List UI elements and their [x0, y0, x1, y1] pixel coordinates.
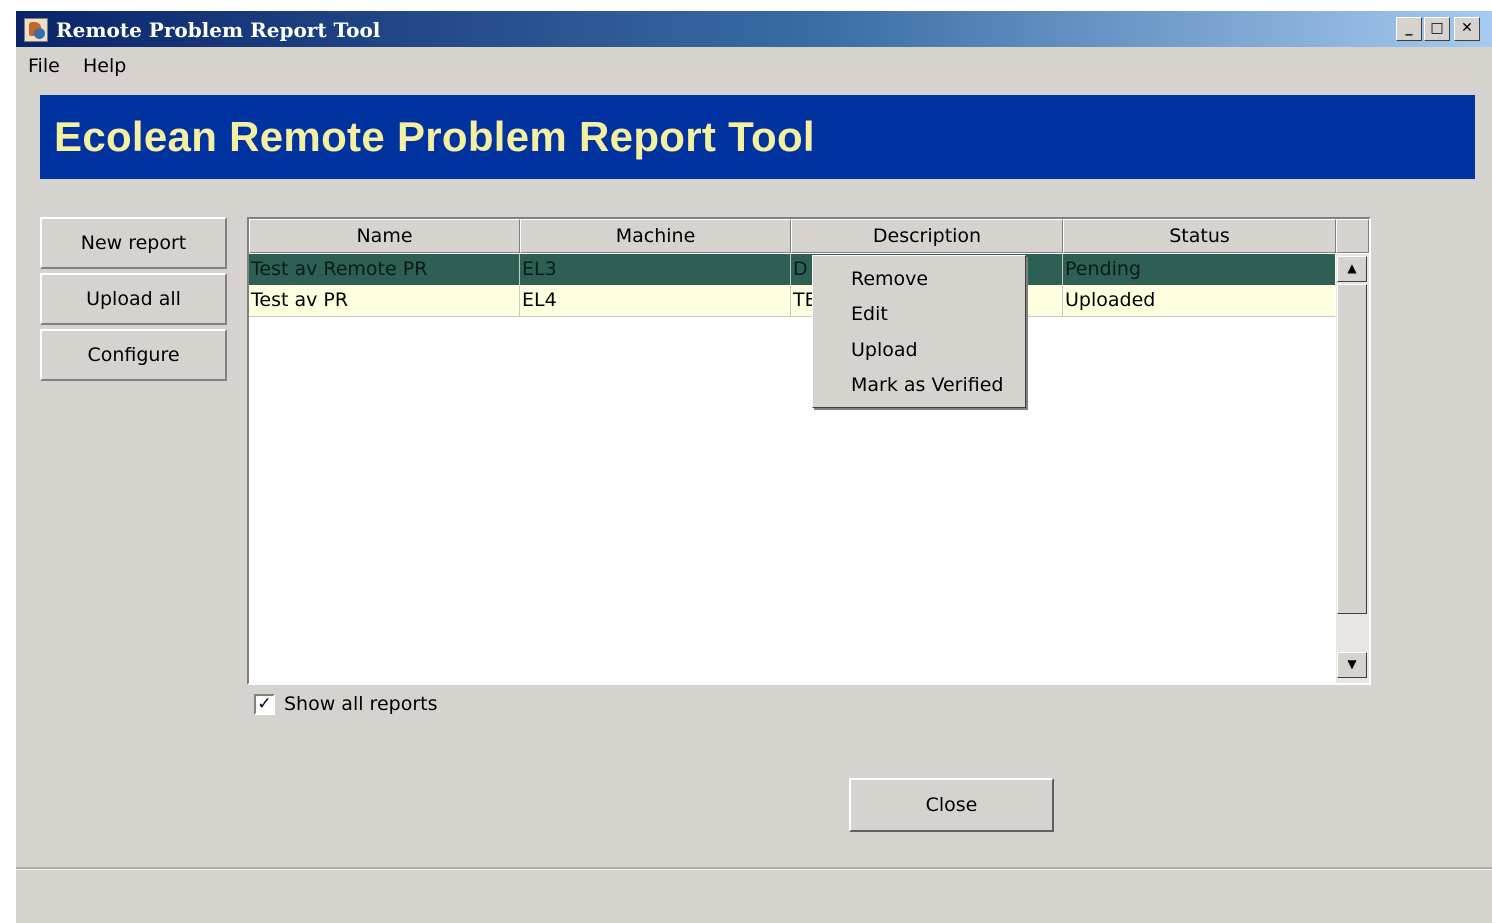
menu-file[interactable]: File: [28, 55, 60, 77]
cell-name: Test av Remote PR: [249, 254, 520, 285]
cell-machine: EL3: [520, 254, 791, 285]
new-report-button[interactable]: New report: [40, 217, 227, 269]
window-title: Remote Problem Report Tool: [56, 18, 381, 42]
cell-status: Uploaded: [1065, 289, 1156, 311]
context-menu-remove[interactable]: Remove: [851, 268, 928, 290]
menu-bar: File Help: [16, 49, 1492, 81]
scroll-down-icon[interactable]: ▼: [1337, 652, 1367, 678]
header-banner: Ecolean Remote Problem Report Tool: [40, 95, 1475, 179]
scroll-thumb[interactable]: [1337, 284, 1367, 614]
app-icon: [24, 18, 48, 42]
status-bar-separator: [16, 867, 1492, 870]
table-row[interactable]: Test av Remote PR EL3 D Pending: [249, 254, 1335, 285]
reports-table: Name Machine Description Status Test av …: [247, 217, 1371, 685]
vertical-scrollbar[interactable]: ▲ ▼: [1336, 254, 1369, 683]
minimize-button[interactable]: _: [1396, 17, 1422, 41]
column-header-status[interactable]: Status: [1063, 219, 1336, 253]
context-menu-upload[interactable]: Upload: [851, 339, 918, 361]
scroll-up-icon[interactable]: ▲: [1337, 256, 1367, 282]
column-header-name[interactable]: Name: [249, 219, 520, 253]
cell-machine: EL4: [520, 285, 791, 316]
context-menu: Remove Edit Upload Mark as Verified: [812, 255, 1026, 408]
checkbox-check-icon: ✓: [257, 694, 272, 714]
column-header-machine[interactable]: Machine: [520, 219, 791, 253]
context-menu-edit[interactable]: Edit: [851, 303, 888, 325]
context-menu-mark-verified[interactable]: Mark as Verified: [851, 374, 1004, 396]
banner-title: Ecolean Remote Problem Report Tool: [54, 113, 815, 160]
configure-button[interactable]: Configure: [40, 329, 227, 381]
title-bar[interactable]: Remote Problem Report Tool _ □ ✕: [16, 11, 1492, 47]
table-row[interactable]: Test av PR EL4 TE Uploaded: [249, 285, 1335, 317]
main-window: Remote Problem Report Tool _ □ ✕ File He…: [16, 11, 1492, 923]
upload-all-button[interactable]: Upload all: [40, 273, 227, 325]
close-button[interactable]: Close: [849, 778, 1054, 832]
show-all-reports-checkbox[interactable]: ✓: [254, 694, 275, 715]
cell-name: Test av PR: [249, 285, 520, 316]
maximize-button[interactable]: □: [1424, 17, 1450, 41]
cell-status: Pending: [1065, 258, 1141, 280]
table-header-corner: [1336, 219, 1369, 253]
close-window-button[interactable]: ✕: [1454, 17, 1480, 41]
column-header-description[interactable]: Description: [791, 219, 1063, 253]
menu-help[interactable]: Help: [83, 55, 126, 77]
show-all-reports-label: Show all reports: [284, 693, 438, 715]
